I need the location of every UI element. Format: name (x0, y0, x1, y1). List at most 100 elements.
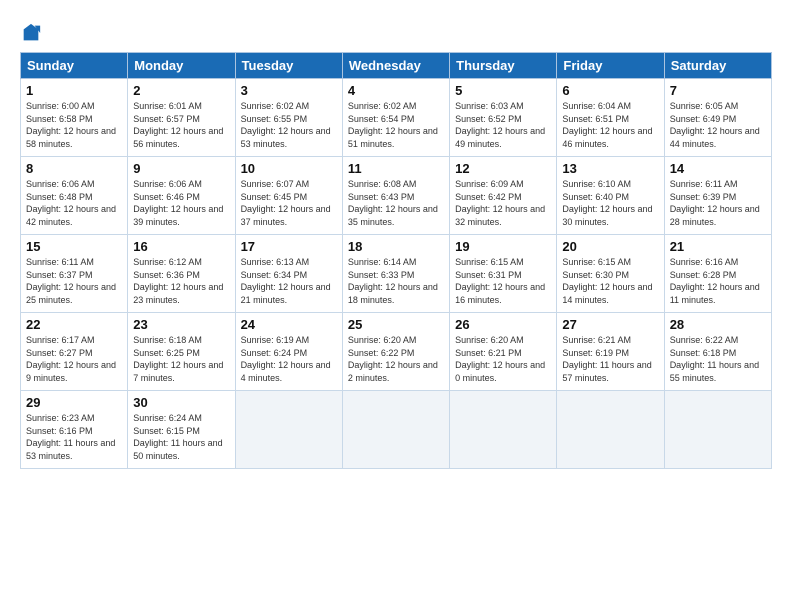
header (20, 18, 772, 44)
day-info: Sunrise: 6:05 AMSunset: 6:49 PMDaylight:… (670, 100, 766, 150)
day-info: Sunrise: 6:20 AMSunset: 6:22 PMDaylight:… (348, 334, 444, 384)
calendar-day-cell: 2 Sunrise: 6:01 AMSunset: 6:57 PMDayligh… (128, 79, 235, 157)
day-number: 2 (133, 83, 229, 98)
calendar-week-row: 1 Sunrise: 6:00 AMSunset: 6:58 PMDayligh… (21, 79, 772, 157)
calendar-day-cell: 6 Sunrise: 6:04 AMSunset: 6:51 PMDayligh… (557, 79, 664, 157)
day-info: Sunrise: 6:01 AMSunset: 6:57 PMDaylight:… (133, 100, 229, 150)
day-info: Sunrise: 6:11 AMSunset: 6:39 PMDaylight:… (670, 178, 766, 228)
calendar-day-cell: 26 Sunrise: 6:20 AMSunset: 6:21 PMDaylig… (450, 313, 557, 391)
day-info: Sunrise: 6:08 AMSunset: 6:43 PMDaylight:… (348, 178, 444, 228)
weekday-header: Saturday (664, 53, 771, 79)
calendar-day-cell: 10 Sunrise: 6:07 AMSunset: 6:45 PMDaylig… (235, 157, 342, 235)
weekday-header: Friday (557, 53, 664, 79)
calendar-week-row: 29 Sunrise: 6:23 AMSunset: 6:16 PMDaylig… (21, 391, 772, 469)
calendar-day-cell: 15 Sunrise: 6:11 AMSunset: 6:37 PMDaylig… (21, 235, 128, 313)
day-info: Sunrise: 6:19 AMSunset: 6:24 PMDaylight:… (241, 334, 337, 384)
day-number: 11 (348, 161, 444, 176)
calendar-day-cell (557, 391, 664, 469)
day-info: Sunrise: 6:24 AMSunset: 6:15 PMDaylight:… (133, 412, 229, 462)
calendar-day-cell: 23 Sunrise: 6:18 AMSunset: 6:25 PMDaylig… (128, 313, 235, 391)
day-info: Sunrise: 6:23 AMSunset: 6:16 PMDaylight:… (26, 412, 122, 462)
calendar-day-cell: 12 Sunrise: 6:09 AMSunset: 6:42 PMDaylig… (450, 157, 557, 235)
day-info: Sunrise: 6:09 AMSunset: 6:42 PMDaylight:… (455, 178, 551, 228)
weekday-header: Tuesday (235, 53, 342, 79)
calendar-day-cell: 25 Sunrise: 6:20 AMSunset: 6:22 PMDaylig… (342, 313, 449, 391)
day-info: Sunrise: 6:14 AMSunset: 6:33 PMDaylight:… (348, 256, 444, 306)
day-info: Sunrise: 6:12 AMSunset: 6:36 PMDaylight:… (133, 256, 229, 306)
page-container: SundayMondayTuesdayWednesdayThursdayFrid… (0, 0, 792, 479)
calendar-day-cell: 30 Sunrise: 6:24 AMSunset: 6:15 PMDaylig… (128, 391, 235, 469)
day-number: 27 (562, 317, 658, 332)
day-number: 10 (241, 161, 337, 176)
day-info: Sunrise: 6:15 AMSunset: 6:31 PMDaylight:… (455, 256, 551, 306)
calendar-header-row: SundayMondayTuesdayWednesdayThursdayFrid… (21, 53, 772, 79)
calendar-week-row: 15 Sunrise: 6:11 AMSunset: 6:37 PMDaylig… (21, 235, 772, 313)
calendar-day-cell: 18 Sunrise: 6:14 AMSunset: 6:33 PMDaylig… (342, 235, 449, 313)
calendar-day-cell: 29 Sunrise: 6:23 AMSunset: 6:16 PMDaylig… (21, 391, 128, 469)
calendar-day-cell: 13 Sunrise: 6:10 AMSunset: 6:40 PMDaylig… (557, 157, 664, 235)
day-number: 29 (26, 395, 122, 410)
day-number: 4 (348, 83, 444, 98)
day-info: Sunrise: 6:11 AMSunset: 6:37 PMDaylight:… (26, 256, 122, 306)
day-info: Sunrise: 6:18 AMSunset: 6:25 PMDaylight:… (133, 334, 229, 384)
day-number: 6 (562, 83, 658, 98)
day-number: 22 (26, 317, 122, 332)
calendar-day-cell: 11 Sunrise: 6:08 AMSunset: 6:43 PMDaylig… (342, 157, 449, 235)
day-info: Sunrise: 6:21 AMSunset: 6:19 PMDaylight:… (562, 334, 658, 384)
day-number: 5 (455, 83, 551, 98)
calendar-day-cell (450, 391, 557, 469)
weekday-header: Thursday (450, 53, 557, 79)
day-number: 24 (241, 317, 337, 332)
calendar-day-cell: 4 Sunrise: 6:02 AMSunset: 6:54 PMDayligh… (342, 79, 449, 157)
calendar-day-cell: 16 Sunrise: 6:12 AMSunset: 6:36 PMDaylig… (128, 235, 235, 313)
day-number: 8 (26, 161, 122, 176)
calendar-day-cell (235, 391, 342, 469)
day-info: Sunrise: 6:02 AMSunset: 6:55 PMDaylight:… (241, 100, 337, 150)
calendar-day-cell (342, 391, 449, 469)
calendar-day-cell: 7 Sunrise: 6:05 AMSunset: 6:49 PMDayligh… (664, 79, 771, 157)
day-info: Sunrise: 6:22 AMSunset: 6:18 PMDaylight:… (670, 334, 766, 384)
calendar-week-row: 8 Sunrise: 6:06 AMSunset: 6:48 PMDayligh… (21, 157, 772, 235)
day-number: 7 (670, 83, 766, 98)
day-info: Sunrise: 6:06 AMSunset: 6:48 PMDaylight:… (26, 178, 122, 228)
day-number: 25 (348, 317, 444, 332)
calendar-day-cell: 9 Sunrise: 6:06 AMSunset: 6:46 PMDayligh… (128, 157, 235, 235)
day-info: Sunrise: 6:16 AMSunset: 6:28 PMDaylight:… (670, 256, 766, 306)
calendar-day-cell: 17 Sunrise: 6:13 AMSunset: 6:34 PMDaylig… (235, 235, 342, 313)
calendar-day-cell: 21 Sunrise: 6:16 AMSunset: 6:28 PMDaylig… (664, 235, 771, 313)
calendar-day-cell: 28 Sunrise: 6:22 AMSunset: 6:18 PMDaylig… (664, 313, 771, 391)
day-number: 15 (26, 239, 122, 254)
day-info: Sunrise: 6:13 AMSunset: 6:34 PMDaylight:… (241, 256, 337, 306)
calendar-day-cell: 22 Sunrise: 6:17 AMSunset: 6:27 PMDaylig… (21, 313, 128, 391)
calendar-day-cell: 14 Sunrise: 6:11 AMSunset: 6:39 PMDaylig… (664, 157, 771, 235)
weekday-header: Monday (128, 53, 235, 79)
day-number: 3 (241, 83, 337, 98)
day-info: Sunrise: 6:15 AMSunset: 6:30 PMDaylight:… (562, 256, 658, 306)
logo (20, 22, 44, 44)
calendar-day-cell: 3 Sunrise: 6:02 AMSunset: 6:55 PMDayligh… (235, 79, 342, 157)
day-number: 18 (348, 239, 444, 254)
day-number: 26 (455, 317, 551, 332)
calendar-day-cell: 19 Sunrise: 6:15 AMSunset: 6:31 PMDaylig… (450, 235, 557, 313)
day-info: Sunrise: 6:02 AMSunset: 6:54 PMDaylight:… (348, 100, 444, 150)
day-number: 9 (133, 161, 229, 176)
day-info: Sunrise: 6:10 AMSunset: 6:40 PMDaylight:… (562, 178, 658, 228)
day-number: 14 (670, 161, 766, 176)
weekday-header: Sunday (21, 53, 128, 79)
day-info: Sunrise: 6:20 AMSunset: 6:21 PMDaylight:… (455, 334, 551, 384)
day-info: Sunrise: 6:07 AMSunset: 6:45 PMDaylight:… (241, 178, 337, 228)
day-info: Sunrise: 6:03 AMSunset: 6:52 PMDaylight:… (455, 100, 551, 150)
day-number: 28 (670, 317, 766, 332)
calendar-day-cell: 8 Sunrise: 6:06 AMSunset: 6:48 PMDayligh… (21, 157, 128, 235)
day-number: 20 (562, 239, 658, 254)
day-number: 16 (133, 239, 229, 254)
day-number: 21 (670, 239, 766, 254)
calendar-day-cell: 27 Sunrise: 6:21 AMSunset: 6:19 PMDaylig… (557, 313, 664, 391)
day-number: 13 (562, 161, 658, 176)
day-number: 23 (133, 317, 229, 332)
logo-icon (20, 22, 42, 44)
calendar-week-row: 22 Sunrise: 6:17 AMSunset: 6:27 PMDaylig… (21, 313, 772, 391)
calendar-day-cell: 20 Sunrise: 6:15 AMSunset: 6:30 PMDaylig… (557, 235, 664, 313)
day-info: Sunrise: 6:17 AMSunset: 6:27 PMDaylight:… (26, 334, 122, 384)
day-number: 17 (241, 239, 337, 254)
